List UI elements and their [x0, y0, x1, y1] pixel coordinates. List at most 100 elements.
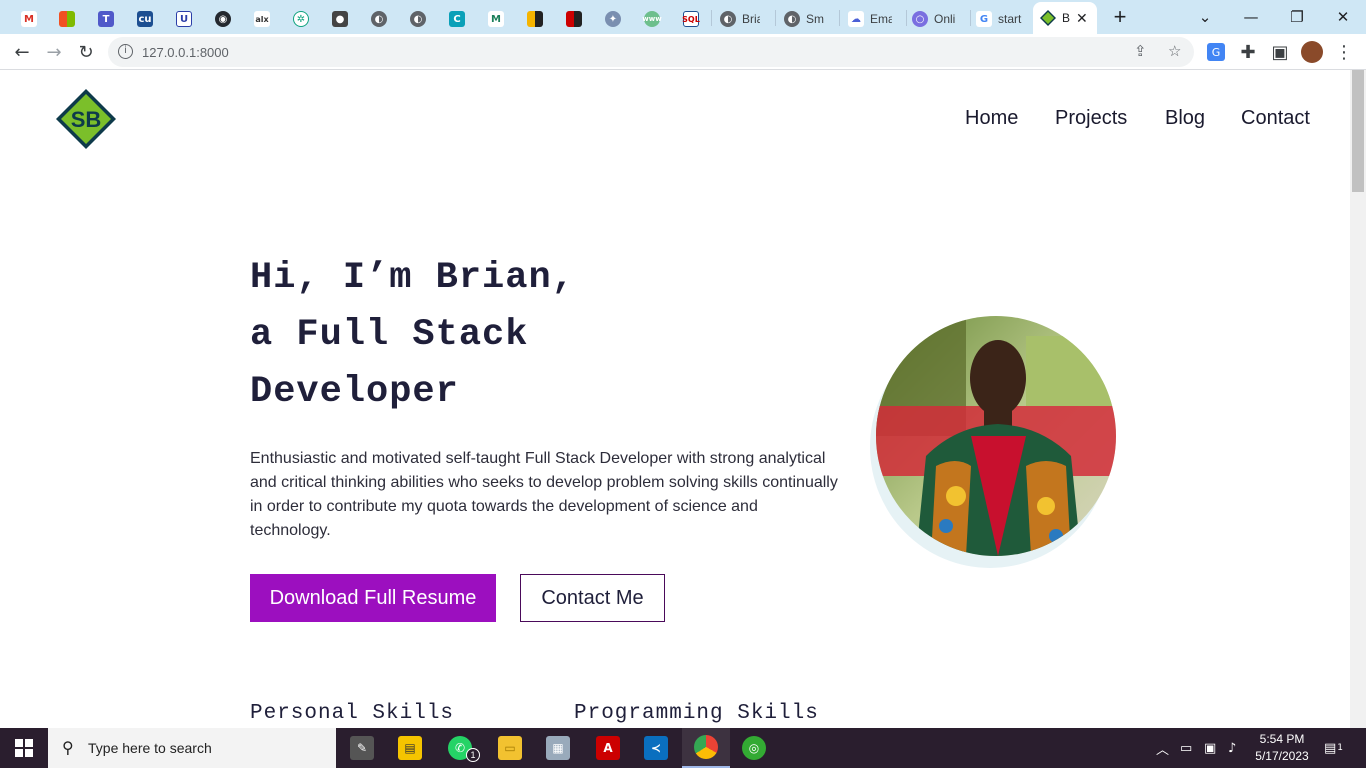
logo-icon: SB: [56, 89, 116, 149]
tab-smtp[interactable]: ◐ Smtp: [780, 4, 836, 34]
taskbar-whatsapp[interactable]: ✆ 1: [436, 728, 484, 768]
globe-icon: ◐: [720, 11, 736, 27]
close-tab-icon[interactable]: ✕: [1076, 10, 1088, 27]
tab-app-2[interactable]: [561, 4, 587, 34]
tab-app-1[interactable]: [522, 4, 548, 34]
taskbar-vscode[interactable]: ≺: [632, 728, 680, 768]
app-icon: ◎: [742, 736, 766, 760]
site-logo[interactable]: SB: [56, 89, 116, 149]
taskbar-search[interactable]: ⚲ Type here to search: [48, 728, 336, 768]
address-bar[interactable]: i 127.0.0.1:8000 ⇪ ☆: [108, 37, 1194, 67]
new-tab-button[interactable]: +: [1108, 4, 1132, 30]
coursera-icon: C: [449, 11, 465, 27]
site-info-icon[interactable]: i: [118, 44, 133, 59]
tab-separator: [970, 10, 971, 26]
taskbar-sticky-notes[interactable]: ▤: [386, 728, 434, 768]
notification-center-icon[interactable]: ▤ 1: [1324, 728, 1343, 768]
profile-photo-image: [876, 316, 1116, 556]
seal-icon: ✦: [605, 11, 621, 27]
app-icon: [527, 11, 543, 27]
tab-separator: [711, 10, 712, 26]
tab-github[interactable]: ◉: [210, 4, 236, 34]
menu-icon[interactable]: ⋮: [1330, 38, 1358, 66]
nav-blog[interactable]: Blog: [1165, 107, 1205, 130]
forward-button[interactable]: →: [40, 38, 68, 66]
side-panel-icon[interactable]: ▣: [1266, 38, 1294, 66]
whatsapp-badge: 1: [466, 748, 480, 762]
taskbar-chrome[interactable]: [682, 728, 730, 768]
nav-home[interactable]: Home: [965, 107, 1018, 130]
tab-title: start: [998, 12, 1022, 26]
taskbar-app-3[interactable]: ◎: [730, 728, 778, 768]
tab-microsoft[interactable]: [54, 4, 80, 34]
vscode-icon: ≺: [644, 736, 668, 760]
taskbar-app-2[interactable]: ▦: [534, 728, 582, 768]
tab-seal[interactable]: ✦: [600, 4, 626, 34]
tab-search-icon[interactable]: ⌄: [1182, 0, 1228, 34]
sticky-notes-icon: ▤: [398, 736, 422, 760]
taskbar-search-placeholder[interactable]: Type here to search: [88, 740, 212, 756]
tab-email[interactable]: ☁ Ema: [844, 4, 904, 34]
alx-icon: alx: [254, 11, 270, 27]
sql-icon: SQL: [682, 11, 700, 27]
tab-title: Ema: [870, 12, 892, 26]
web-icon: www: [642, 11, 662, 27]
tab-active[interactable]: B ✕: [1033, 2, 1097, 34]
clock[interactable]: 5:54 PM 5/17/2023: [1246, 731, 1318, 765]
hero-title-line: Developer: [250, 371, 459, 413]
restore-button[interactable]: ❐: [1274, 0, 1320, 34]
contact-me-button[interactable]: Contact Me: [520, 574, 665, 622]
network-icon[interactable]: ▣: [1204, 728, 1216, 768]
acrobat-icon: A: [596, 736, 620, 760]
tab-teams[interactable]: T: [93, 4, 119, 34]
taskbar-acrobat[interactable]: A: [584, 728, 632, 768]
windows-icon: [15, 739, 33, 757]
chrome-icon: [694, 735, 718, 759]
tab-web[interactable]: www: [639, 4, 665, 34]
app-icon: [566, 11, 582, 27]
scrollbar-thumb[interactable]: [1352, 70, 1364, 192]
battery-icon[interactable]: ▭: [1180, 728, 1192, 768]
minimize-button[interactable]: —: [1228, 0, 1274, 34]
url-text[interactable]: 127.0.0.1:8000: [142, 45, 229, 60]
close-window-button[interactable]: ✕: [1320, 0, 1366, 34]
tab-profile[interactable]: ●: [327, 4, 353, 34]
tab-title: Smtp: [806, 12, 824, 26]
logo-text: SB: [71, 107, 102, 132]
nav-projects[interactable]: Projects: [1055, 107, 1127, 130]
tab-chatgpt[interactable]: ✲: [288, 4, 314, 34]
tab-start[interactable]: Gstart: [972, 4, 1032, 34]
start-button[interactable]: [0, 728, 48, 768]
tab-sql[interactable]: SQL: [678, 4, 704, 34]
tab-brian[interactable]: ◐ Brian: [716, 4, 772, 34]
taskbar-app-1[interactable]: ✎: [338, 728, 386, 768]
tab-globe-2[interactable]: ◐: [405, 4, 431, 34]
tab-cu[interactable]: cu: [132, 4, 158, 34]
reload-button[interactable]: ↻: [72, 38, 100, 66]
show-hidden-icons[interactable]: ︿: [1156, 728, 1169, 768]
share-icon[interactable]: ⇪: [1134, 42, 1147, 60]
tab-medium[interactable]: M: [483, 4, 509, 34]
volume-icon[interactable]: ♪: [1228, 728, 1236, 768]
tab-gmail[interactable]: M: [16, 4, 42, 34]
circle-icon: ○: [912, 11, 928, 27]
sb-logo-icon: [1040, 10, 1056, 26]
tab-title: Onli: [934, 12, 956, 26]
extensions-icon[interactable]: ✚: [1234, 38, 1262, 66]
tab-online[interactable]: ○ Onli: [908, 4, 968, 34]
taskbar-file-explorer[interactable]: ▭: [486, 728, 534, 768]
download-resume-button[interactable]: Download Full Resume: [250, 574, 496, 622]
tab-title: Brian: [742, 12, 760, 26]
profile-avatar[interactable]: [1298, 38, 1326, 66]
nav-contact[interactable]: Contact: [1241, 107, 1310, 130]
translate-icon[interactable]: G: [1202, 38, 1230, 66]
tab-udemy[interactable]: U: [171, 4, 197, 34]
tab-coursera[interactable]: C: [444, 4, 470, 34]
bookmark-star-icon[interactable]: ☆: [1168, 42, 1181, 60]
tab-separator: [906, 10, 907, 26]
chatgpt-icon: ✲: [293, 11, 309, 27]
windows-taskbar: ⚲ Type here to search ✎ ▤ ✆ 1 ▭ ▦ A ≺ ◎ ︿…: [0, 728, 1366, 768]
tab-alx[interactable]: alx: [249, 4, 275, 34]
tab-globe-1[interactable]: ◐: [366, 4, 392, 34]
back-button[interactable]: ←: [8, 38, 36, 66]
